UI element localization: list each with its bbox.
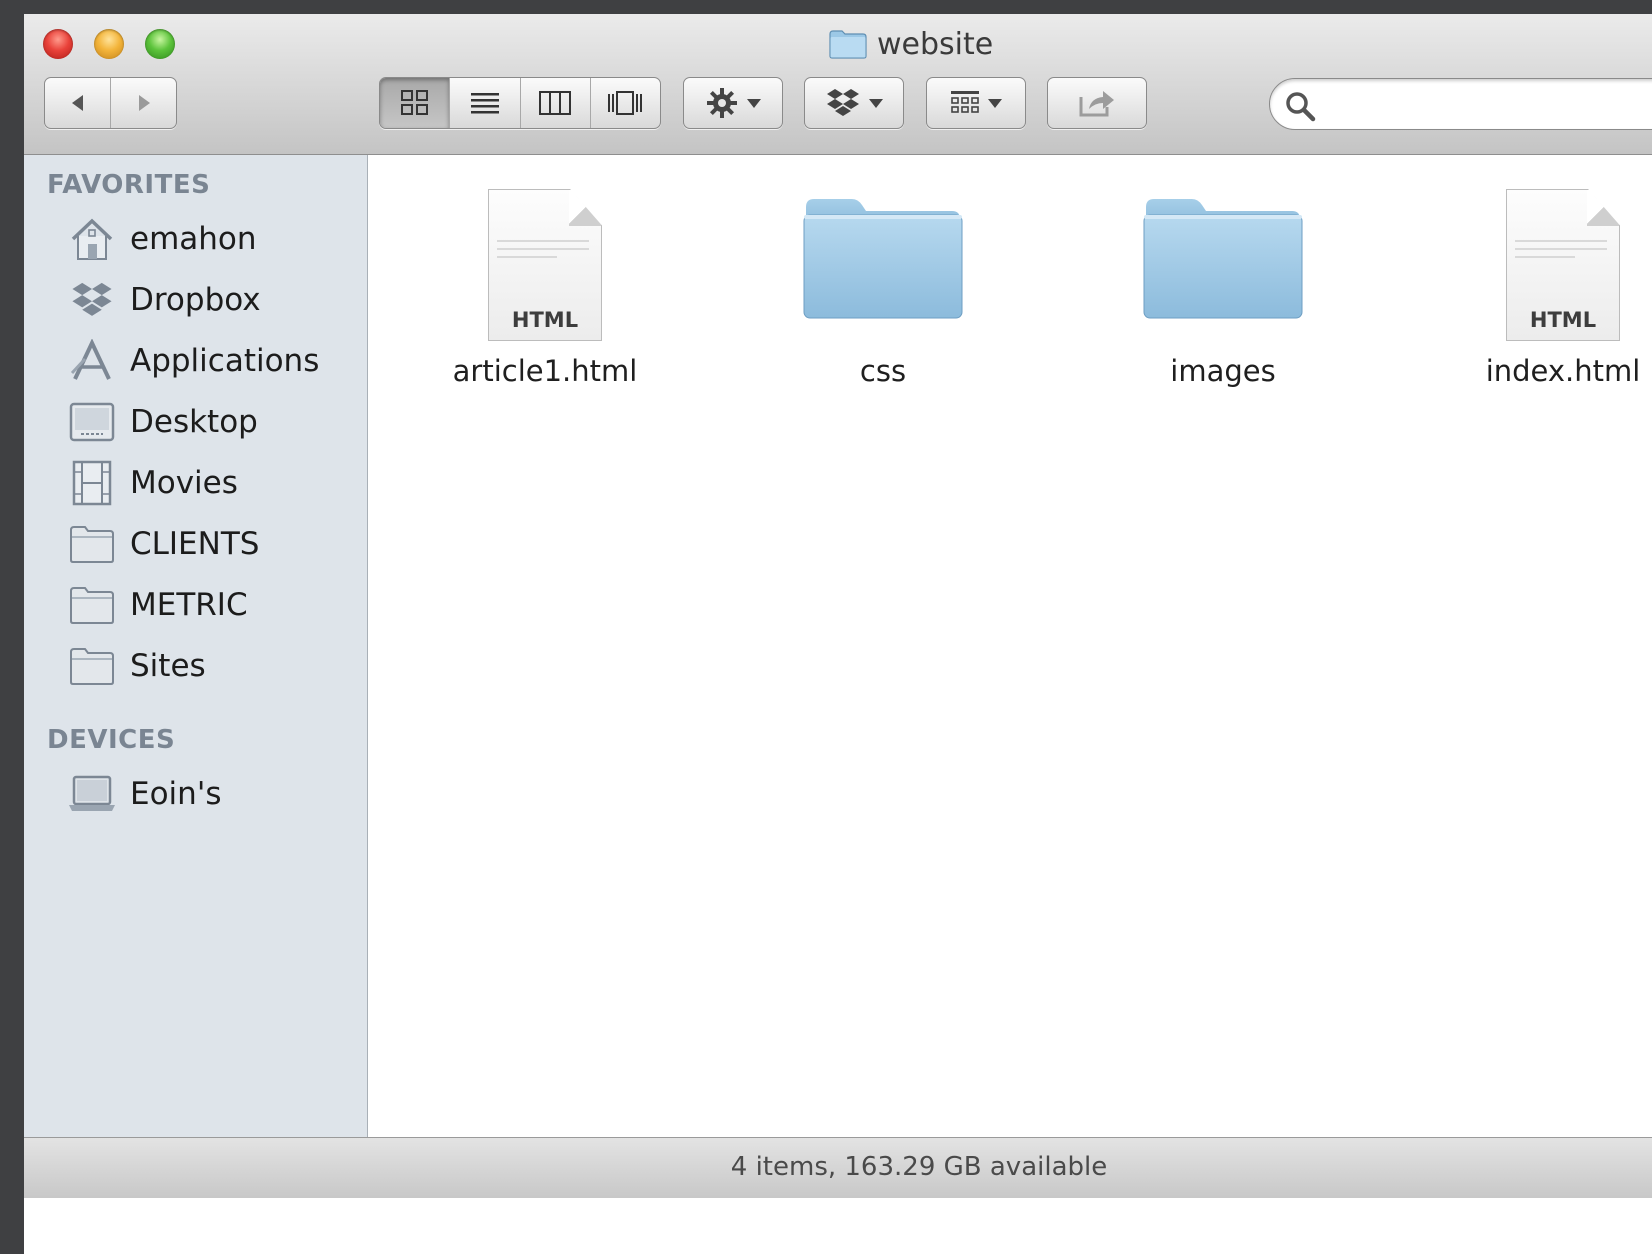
file-item-css[interactable]: css bbox=[758, 155, 1008, 405]
list-view-button[interactable] bbox=[450, 78, 521, 128]
folder-icon bbox=[1143, 199, 1303, 319]
chevron-down-icon bbox=[988, 98, 1002, 108]
arrange-icon bbox=[951, 91, 979, 113]
applications-icon bbox=[68, 338, 116, 384]
folder-icon bbox=[68, 521, 116, 567]
html-file-icon: HTML bbox=[1506, 189, 1620, 341]
arrange-menu-button[interactable] bbox=[926, 77, 1026, 129]
sidebar-item-label: METRIC bbox=[130, 587, 248, 623]
back-arrow-icon bbox=[71, 95, 83, 111]
close-button[interactable] bbox=[43, 29, 73, 59]
sidebar-section-devices: DEVICES bbox=[47, 725, 176, 755]
search-icon bbox=[1286, 92, 1316, 122]
status-bar: 4 items, 163.29 GB available bbox=[24, 1137, 1652, 1198]
file-name: images bbox=[1170, 354, 1276, 388]
movies-icon bbox=[68, 460, 116, 506]
cover-flow-button[interactable] bbox=[591, 78, 660, 128]
sidebar-item-metric[interactable]: METRIC bbox=[68, 580, 248, 630]
sidebar: FAVORITES emahon Dropbox Applications De… bbox=[24, 155, 368, 1137]
sidebar-item-dropbox[interactable]: Dropbox bbox=[68, 275, 261, 325]
view-mode-control bbox=[379, 77, 661, 129]
sidebar-item-label: Desktop bbox=[130, 404, 258, 440]
icon-view-button[interactable] bbox=[380, 78, 451, 128]
cover-flow-icon bbox=[608, 91, 643, 115]
sidebar-item-sites[interactable]: Sites bbox=[68, 641, 206, 691]
sidebar-item-label: emahon bbox=[130, 221, 257, 257]
sidebar-item-emahon[interactable]: emahon bbox=[68, 214, 257, 264]
chevron-down-icon bbox=[747, 98, 761, 108]
share-button[interactable] bbox=[1047, 77, 1147, 129]
desktop-icon bbox=[68, 399, 116, 445]
window-title-text: website bbox=[877, 26, 994, 62]
file-type-badge: HTML bbox=[1529, 308, 1597, 332]
file-item-images[interactable]: images bbox=[1098, 155, 1348, 405]
folder-icon bbox=[803, 199, 963, 319]
file-item-index[interactable]: HTML index.html bbox=[1438, 155, 1652, 405]
back-forward-control bbox=[44, 77, 177, 129]
icon-view-icon bbox=[400, 90, 428, 115]
sidebar-item-label: Sites bbox=[130, 648, 206, 684]
column-view-icon bbox=[539, 91, 572, 115]
file-name: article1.html bbox=[452, 354, 638, 388]
toolbar: website bbox=[24, 14, 1652, 155]
sidebar-item-clients[interactable]: CLIENTS bbox=[68, 519, 259, 569]
zoom-button[interactable] bbox=[145, 29, 175, 59]
sidebar-item-label: Dropbox bbox=[130, 282, 261, 318]
folder-icon bbox=[68, 582, 116, 628]
file-type-badge: HTML bbox=[511, 308, 579, 332]
file-name: css bbox=[859, 354, 907, 388]
laptop-icon bbox=[68, 771, 116, 817]
window-title: website bbox=[829, 24, 993, 64]
html-file-icon: HTML bbox=[488, 189, 602, 341]
action-menu-button[interactable] bbox=[683, 77, 783, 129]
minimize-button[interactable] bbox=[94, 29, 124, 59]
dropbox-icon bbox=[68, 277, 116, 323]
back-button[interactable] bbox=[45, 78, 111, 128]
share-icon bbox=[1079, 91, 1114, 117]
sidebar-section-favorites: FAVORITES bbox=[47, 170, 211, 200]
list-view-icon bbox=[470, 93, 499, 114]
forward-button[interactable] bbox=[111, 78, 176, 128]
search-input[interactable] bbox=[1332, 87, 1636, 123]
forward-arrow-icon bbox=[138, 95, 150, 111]
folder-icon bbox=[68, 643, 116, 689]
file-name: index.html bbox=[1485, 354, 1641, 388]
sidebar-item-label: Eoin's bbox=[130, 776, 222, 812]
file-item-article1[interactable]: HTML article1.html bbox=[420, 155, 670, 405]
home-icon bbox=[68, 216, 116, 262]
sidebar-item-applications[interactable]: Applications bbox=[68, 336, 319, 386]
finder-window: website FAVORITES emahon Dropbox Applica… bbox=[24, 14, 1652, 1254]
sidebar-item-label: Applications bbox=[130, 343, 320, 379]
folder-icon bbox=[829, 29, 867, 59]
dropbox-menu-button[interactable] bbox=[804, 77, 904, 129]
file-browser: HTML article1.html css images HTML index… bbox=[368, 155, 1652, 1137]
sidebar-item-desktop[interactable]: Desktop bbox=[68, 397, 258, 447]
sidebar-item-label: Movies bbox=[130, 465, 238, 501]
sidebar-item-movies[interactable]: Movies bbox=[68, 458, 238, 508]
search-field[interactable] bbox=[1269, 78, 1652, 130]
status-text: 4 items, 163.29 GB available bbox=[730, 1152, 1108, 1182]
chevron-down-icon bbox=[869, 98, 883, 108]
gear-icon bbox=[707, 88, 737, 118]
sidebar-item-eoins[interactable]: Eoin's bbox=[68, 769, 222, 819]
dropbox-icon bbox=[827, 89, 859, 116]
sidebar-item-label: CLIENTS bbox=[130, 526, 260, 562]
column-view-button[interactable] bbox=[521, 78, 591, 128]
